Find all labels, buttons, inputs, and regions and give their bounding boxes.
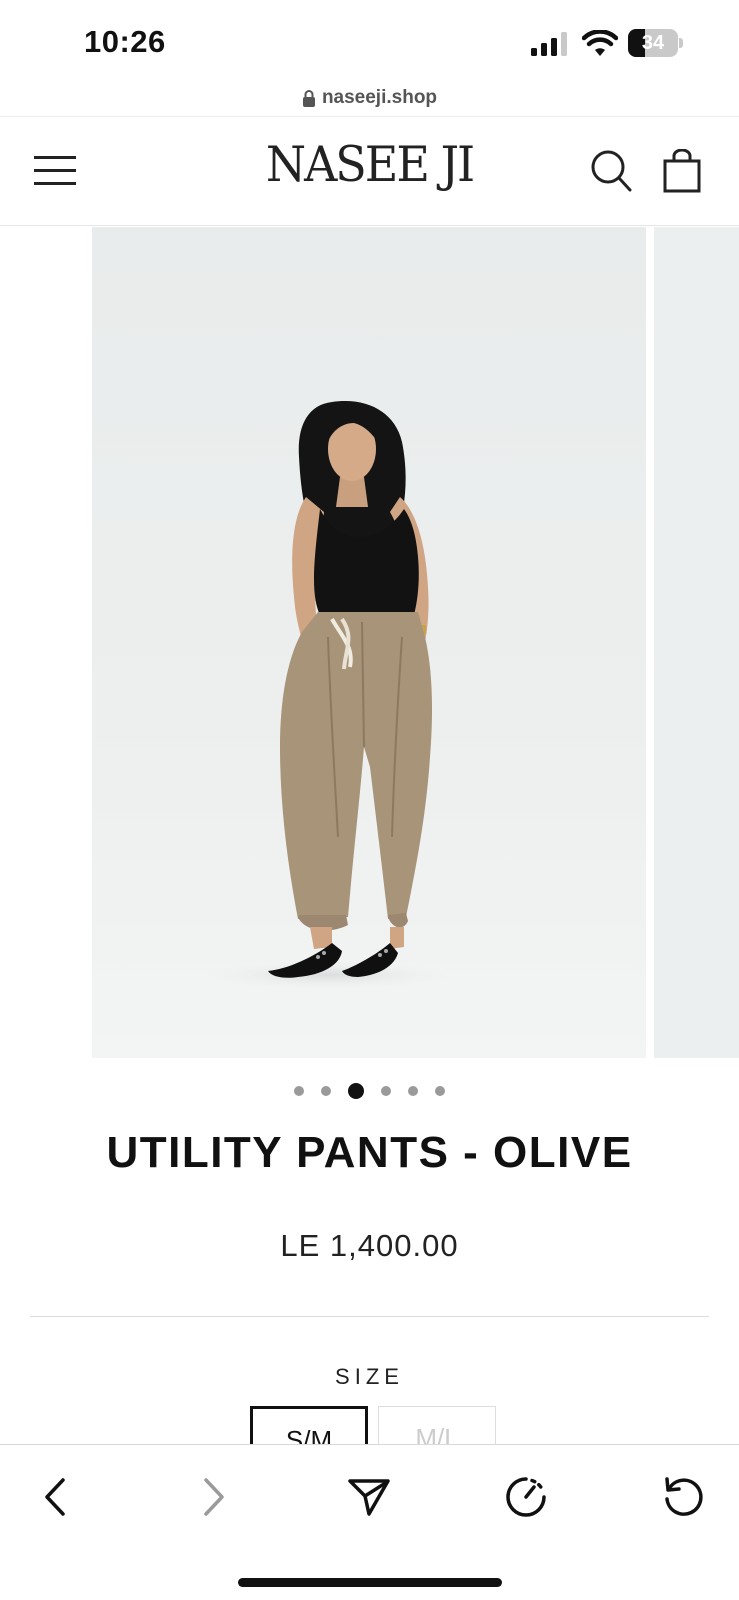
size-label: SIZE: [335, 1364, 404, 1389]
model-photo: [207, 401, 447, 989]
search-icon[interactable]: [590, 149, 632, 193]
carousel-dot[interactable]: [321, 1086, 331, 1096]
divider: [30, 1316, 709, 1317]
product-image[interactable]: [92, 227, 646, 1058]
share-button[interactable]: [339, 1467, 399, 1527]
carousel-dot[interactable]: [408, 1086, 418, 1096]
forward-icon: [204, 1478, 224, 1516]
battery-level: 34: [641, 32, 665, 54]
product-price: LE 1,400.00: [280, 1228, 459, 1263]
battery-icon: 34: [628, 29, 683, 57]
browser-toolbar: [0, 1444, 739, 1600]
carousel-dot-active[interactable]: [348, 1083, 364, 1099]
cart-icon[interactable]: [662, 149, 702, 193]
home-indicator[interactable]: [238, 1578, 502, 1587]
lock-icon: [302, 90, 315, 107]
carousel-dots: [0, 1081, 739, 1101]
carousel-dot[interactable]: [381, 1086, 391, 1096]
product-title: UTILITY PANTS - OLIVE: [106, 1128, 633, 1177]
forward-button[interactable]: [183, 1467, 243, 1527]
url-text[interactable]: naseeji.shop: [322, 87, 437, 109]
back-icon: [45, 1478, 65, 1516]
carousel-dot[interactable]: [294, 1086, 304, 1096]
reload-icon: [665, 1477, 703, 1516]
url-bar[interactable]: naseeji.shop: [0, 80, 739, 116]
site-header: NASEE JI: [0, 116, 739, 226]
cellular-signal-icon: [531, 32, 567, 56]
reload-button[interactable]: [653, 1467, 713, 1527]
status-bar: 10:26 34: [0, 0, 739, 86]
carousel-dot[interactable]: [435, 1086, 445, 1096]
share-icon: [348, 1479, 390, 1516]
product-gallery[interactable]: [0, 227, 739, 1058]
speed-dial-button[interactable]: [496, 1467, 556, 1527]
wifi-icon: [582, 30, 618, 56]
status-time: 10:26: [84, 24, 166, 59]
back-button[interactable]: [26, 1467, 86, 1527]
speed-dial-icon: [506, 1477, 546, 1517]
next-product-image[interactable]: [654, 227, 739, 1058]
